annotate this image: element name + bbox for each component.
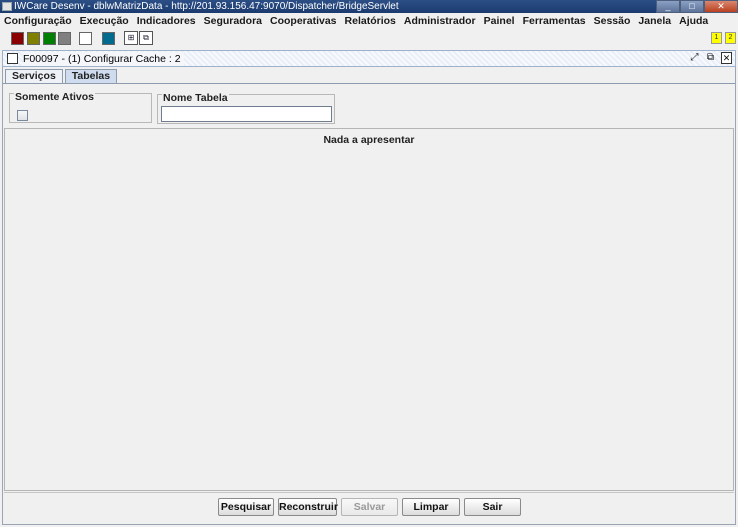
empty-results-message: Nada a apresentar [323, 134, 415, 146]
nome-tabela-group: Nome Tabela [157, 92, 335, 124]
notification-badge-1[interactable]: 1 [711, 32, 722, 44]
application-window: IWCare Desenv - dblwMatrizData - http://… [0, 0, 738, 527]
nome-tabela-input[interactable] [161, 106, 332, 122]
reconstruir-button[interactable]: Reconstruir [278, 498, 338, 516]
minimize-button[interactable]: _ [656, 0, 680, 13]
cascade-windows-icon[interactable]: ⧉ [139, 31, 153, 45]
menu-relatorios[interactable]: Relatórios [345, 15, 396, 27]
window-titlebar[interactable]: IWCare Desenv - dblwMatrizData - http://… [0, 0, 738, 13]
limpar-button[interactable]: Limpar [402, 498, 460, 516]
menu-ajuda[interactable]: Ajuda [679, 15, 708, 27]
color-swatch-green[interactable] [43, 32, 56, 45]
menu-seguradora[interactable]: Seguradora [204, 15, 262, 27]
somente-ativos-label: Somente Ativos [14, 91, 95, 103]
app-icon [2, 2, 12, 11]
internal-frame-controls: ⤢ ⧉ ✕ [689, 52, 732, 64]
tab-servicos[interactable]: Serviços [5, 69, 63, 83]
menu-ferramentas[interactable]: Ferramentas [523, 15, 586, 27]
color-swatch-teal[interactable] [102, 32, 115, 45]
color-swatch-white[interactable] [79, 32, 92, 45]
window-title: IWCare Desenv - dblwMatrizData - http://… [14, 1, 399, 12]
close-window-button[interactable]: ✕ [704, 0, 738, 13]
window-controls: _ □ ✕ [656, 0, 738, 13]
menu-configuracao[interactable]: Configuração [4, 15, 72, 27]
tab-tabelas[interactable]: Tabelas [64, 69, 118, 83]
menu-execucao[interactable]: Execução [80, 15, 129, 27]
salvar-button[interactable]: Salvar [341, 498, 398, 516]
action-button-bar: Pesquisar Reconstruir Salvar Limpar Sair [4, 492, 734, 523]
menu-administrador[interactable]: Administrador [404, 15, 476, 27]
restore-frame-icon[interactable]: ⤢ [689, 52, 700, 64]
close-frame-icon[interactable]: ✕ [721, 52, 732, 64]
sair-button[interactable]: Sair [464, 498, 521, 516]
pesquisar-button[interactable]: Pesquisar [218, 498, 274, 516]
internal-frame-body: Serviços Tabelas Somente Ativos Nome Tab… [2, 67, 736, 525]
internal-frame-title: F00097 - (1) Configurar Cache : 2 [23, 52, 184, 66]
color-swatch-olive[interactable] [27, 32, 40, 45]
menu-indicadores[interactable]: Indicadores [137, 15, 196, 27]
menu-painel[interactable]: Painel [484, 15, 515, 27]
somente-ativos-group: Somente Ativos [9, 91, 152, 123]
nome-tabela-label: Nome Tabela [162, 92, 229, 104]
color-swatch-red[interactable] [11, 32, 24, 45]
menu-sessao[interactable]: Sessão [594, 15, 631, 27]
popout-frame-icon[interactable]: ⧉ [705, 52, 716, 64]
tree-view-icon[interactable]: ⊞ [124, 31, 138, 45]
frame-document-icon [7, 53, 18, 64]
toolbar: ⊞ ⧉ 1 2 [0, 29, 738, 47]
results-panel: Nada a apresentar [4, 128, 734, 491]
color-swatch-gray[interactable] [58, 32, 71, 45]
menu-cooperativas[interactable]: Cooperativas [270, 15, 337, 27]
maximize-button[interactable]: □ [680, 0, 704, 13]
tab-strip: Serviços Tabelas [5, 69, 119, 83]
internal-frame-titlebar[interactable]: F00097 - (1) Configurar Cache : 2 ⤢ ⧉ ✕ [2, 50, 736, 67]
menu-bar: Configuração Execução Indicadores Segura… [0, 13, 738, 29]
menu-janela[interactable]: Janela [638, 15, 671, 27]
tab-panel-tabelas: Somente Ativos Nome Tabela Nada a aprese… [3, 83, 735, 523]
notification-badge-2[interactable]: 2 [725, 32, 736, 44]
somente-ativos-checkbox[interactable] [17, 110, 28, 121]
